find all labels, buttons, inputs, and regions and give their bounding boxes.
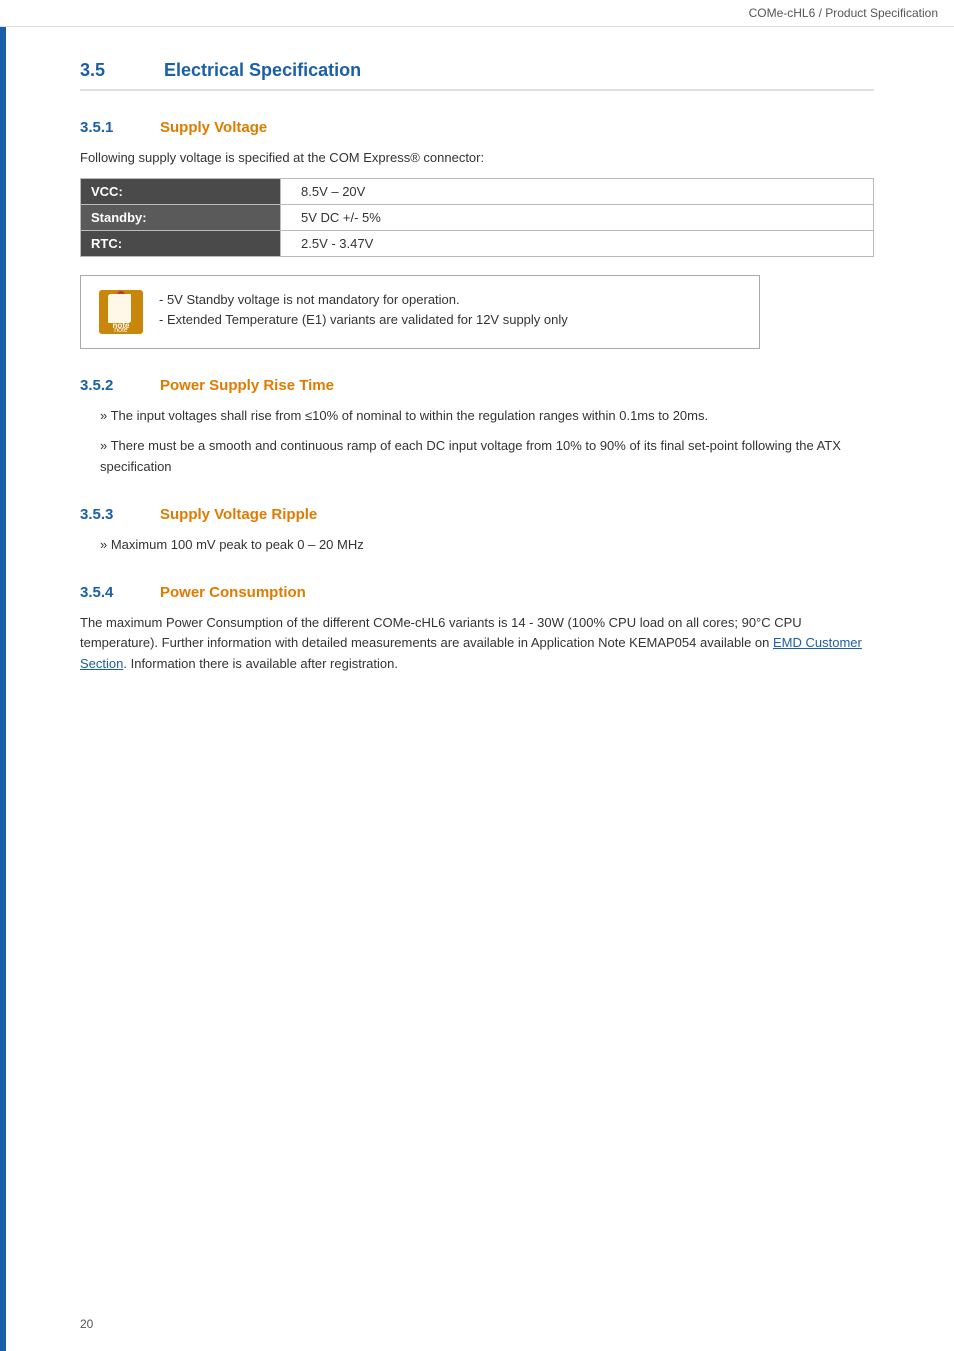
header-bar: COMe-cHL6 / Product Specification (0, 0, 954, 27)
note-icon-inner: note (99, 290, 143, 334)
power-consumption-suffix: . Information there is available after r… (123, 656, 398, 671)
table-cell-label: VCC: (81, 178, 281, 204)
note-icon: note (99, 290, 143, 334)
section-3-5-heading: 3.5 Electrical Specification (80, 60, 874, 91)
ripple-bullet-1: » Maximum 100 mV peak to peak 0 – 20 MHz (80, 535, 874, 556)
section-3-5-4-number: 3.5.4 (80, 584, 140, 601)
table-row: RTC:2.5V - 3.47V (81, 230, 874, 256)
page-content: 3.5 Electrical Specification 3.5.1 Suppl… (0, 0, 954, 745)
rise-time-bullet-1: » The input voltages shall rise from ≤10… (80, 406, 874, 427)
section-3-5-1-number: 3.5.1 (80, 119, 140, 136)
table-cell-value: 2.5V - 3.47V (281, 230, 874, 256)
breadcrumb: COMe-cHL6 / Product Specification (749, 6, 938, 20)
note-svg-icon: note (99, 290, 143, 334)
section-3-5-title: Electrical Specification (164, 60, 361, 81)
note-line-1: - 5V Standby voltage is not mandatory fo… (159, 290, 568, 311)
note-line-2: - Extended Temperature (E1) variants are… (159, 310, 568, 331)
section-3-5-3-title: Supply Voltage Ripple (160, 506, 317, 523)
section-3-5-2-number: 3.5.2 (80, 377, 140, 394)
section-3-5-number: 3.5 (80, 60, 140, 81)
svg-text:note: note (114, 327, 128, 334)
page-number: 20 (80, 1317, 93, 1331)
page-footer: 20 (80, 1317, 93, 1331)
section-3-5-4-heading: 3.5.4 Power Consumption (80, 584, 874, 601)
table-cell-label: RTC: (81, 230, 281, 256)
left-border-decoration (0, 0, 6, 1351)
supply-voltage-intro: Following supply voltage is specified at… (80, 148, 874, 168)
table-cell-value: 8.5V – 20V (281, 178, 874, 204)
power-consumption-body: The maximum Power Consumption of the dif… (80, 613, 874, 675)
section-3-5-3-heading: 3.5.3 Supply Voltage Ripple (80, 506, 874, 523)
power-consumption-text: The maximum Power Consumption of the dif… (80, 615, 802, 651)
voltage-table: VCC:8.5V – 20VStandby:5V DC +/- 5%RTC:2.… (80, 178, 874, 257)
section-3-5-3-number: 3.5.3 (80, 506, 140, 523)
table-cell-value: 5V DC +/- 5% (281, 204, 874, 230)
note-text: - 5V Standby voltage is not mandatory fo… (159, 290, 568, 332)
section-3-5-2-title: Power Supply Rise Time (160, 377, 334, 394)
rise-time-bullet-2: » There must be a smooth and continuous … (80, 436, 874, 478)
note-box: note - 5V Standby voltage is not mandato… (80, 275, 760, 349)
section-3-5-2-heading: 3.5.2 Power Supply Rise Time (80, 377, 874, 394)
table-row: VCC:8.5V – 20V (81, 178, 874, 204)
section-3-5-4-title: Power Consumption (160, 584, 306, 601)
section-3-5-1-heading: 3.5.1 Supply Voltage (80, 119, 874, 136)
section-3-5-1-title: Supply Voltage (160, 119, 267, 136)
table-row: Standby:5V DC +/- 5% (81, 204, 874, 230)
table-cell-label: Standby: (81, 204, 281, 230)
